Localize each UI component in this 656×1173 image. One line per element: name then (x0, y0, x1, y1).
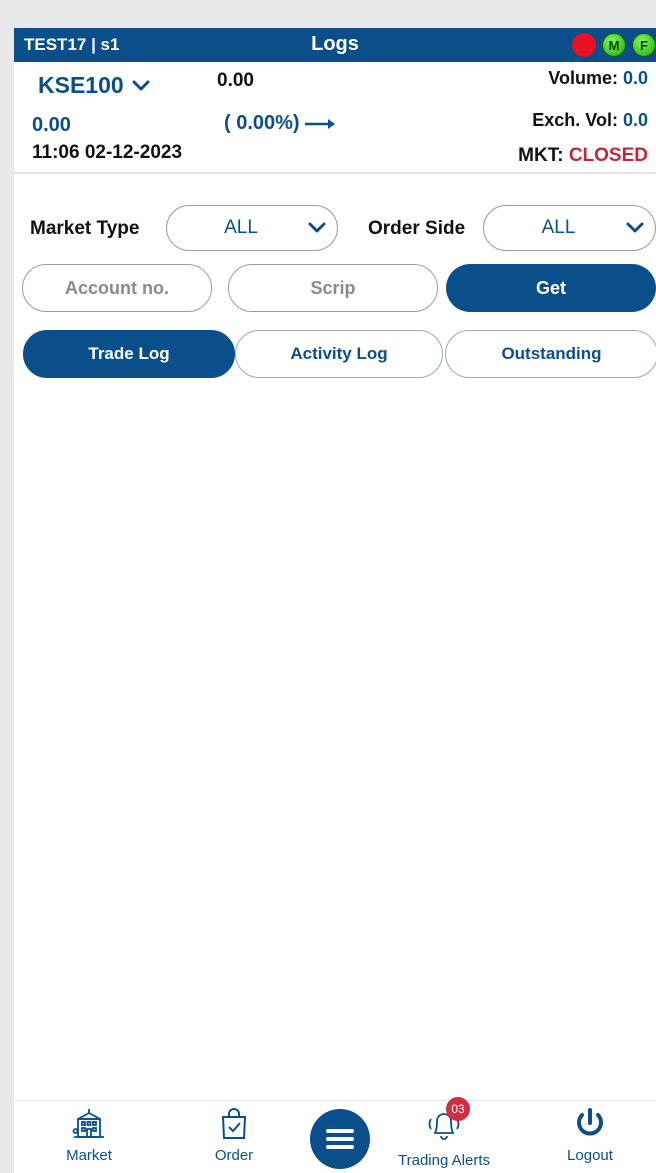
page-title: Logs (311, 33, 359, 55)
status-red-dot-icon (572, 33, 596, 57)
market-summary: KSE100 0.00 Volume: 0.0 0.00 ( 0.00%) Ex… (14, 62, 656, 174)
nav-market[interactable]: Market (29, 1107, 149, 1164)
nav-market-label: Market (66, 1147, 112, 1164)
shopping-bag-icon (221, 1108, 247, 1139)
nav-logout-label: Logout (567, 1147, 613, 1164)
exchange-volume: Exch. Vol: 0.0 (532, 110, 648, 131)
index-value: 0.00 (217, 70, 254, 91)
account-number-input[interactable]: Account no. (22, 264, 212, 312)
menu-button[interactable] (310, 1109, 370, 1169)
scrip-input[interactable]: Scrip (228, 264, 438, 312)
index-selector[interactable]: KSE100 (38, 72, 150, 99)
timestamp: 11:06 02-12-2023 (32, 142, 183, 163)
exch-vol-value: 0.0 (622, 110, 648, 130)
market-status-value: CLOSED (568, 145, 648, 166)
tab-trade-log[interactable]: Trade Log (23, 330, 235, 378)
index-change: 0.00 (32, 114, 71, 136)
volume-value: 0.0 (622, 68, 648, 88)
index-name: KSE100 (38, 72, 124, 98)
volume: Volume: 0.0 (548, 68, 648, 89)
get-button[interactable]: Get (446, 264, 656, 312)
index-change-percent: ( 0.00%) (224, 112, 338, 135)
market-status: MKT: CLOSED (518, 145, 648, 167)
market-status-label: MKT: (518, 145, 564, 166)
tab-activity-log[interactable]: Activity Log (235, 330, 443, 378)
exch-vol-label: Exch. Vol: (532, 110, 618, 130)
connection-status: M F (572, 33, 656, 57)
market-type-value: ALL (224, 217, 258, 238)
device-frame: TEST17 | s1 Logs M F KSE100 0.00 Volume:… (0, 0, 656, 1173)
menu-icon (326, 1129, 354, 1149)
status-m-indicator: M (602, 33, 626, 57)
alerts-icon-wrap: 03 (424, 1097, 470, 1146)
order-side-value: ALL (541, 217, 576, 238)
bank-building-icon (72, 1109, 104, 1138)
order-side-label: Order Side (368, 218, 466, 239)
chevron-down-icon (615, 222, 655, 234)
nav-logout[interactable]: Logout (530, 1107, 650, 1164)
chevron-down-icon (297, 222, 337, 234)
bottom-navigation: Market Order 03 Trading Alerts Logout (14, 1097, 656, 1173)
market-type-label: Market Type (30, 218, 140, 239)
nav-trading-alerts-label: Trading Alerts (398, 1152, 490, 1169)
volume-label: Volume: (548, 68, 618, 88)
nav-order[interactable]: Order (174, 1107, 294, 1164)
nav-order-label: Order (214, 1147, 254, 1164)
power-icon (577, 1108, 603, 1136)
app-screen: TEST17 | s1 Logs M F KSE100 0.00 Volume:… (14, 28, 656, 1173)
order-side-select[interactable]: ALL (483, 205, 656, 251)
change-percent-value: ( 0.00%) (224, 112, 300, 134)
status-f-indicator: F (632, 33, 656, 57)
alerts-badge: 03 (446, 1097, 470, 1121)
title-bar: TEST17 | s1 Logs M F (14, 28, 656, 62)
nav-trading-alerts[interactable]: 03 Trading Alerts (384, 1097, 504, 1169)
chevron-down-icon (132, 80, 150, 90)
market-type-select[interactable]: ALL (166, 205, 338, 251)
tab-outstanding[interactable]: Outstanding (445, 330, 656, 378)
arrow-right-icon (304, 118, 335, 129)
